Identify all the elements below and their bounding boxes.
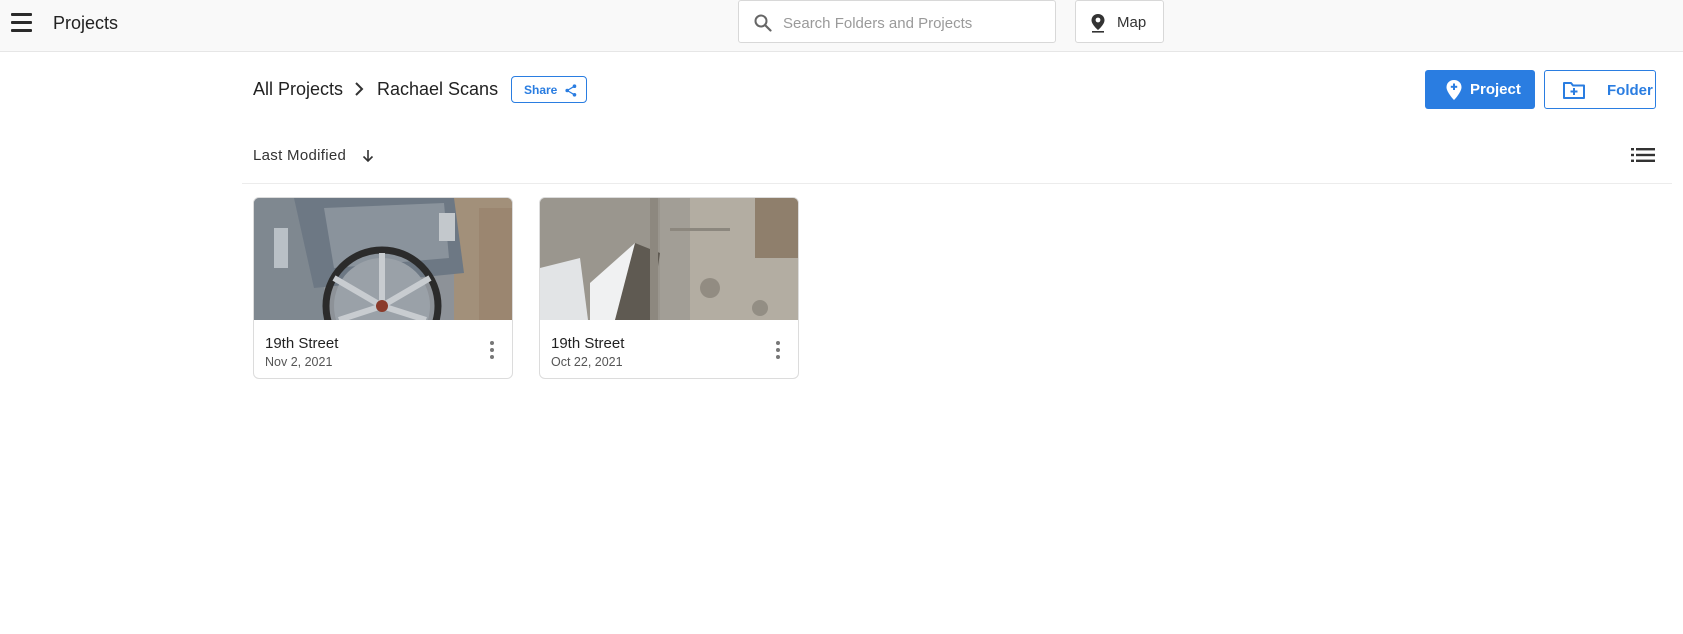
divider — [242, 183, 1672, 184]
app-title: Projects — [53, 13, 119, 33]
project-date: Oct 22, 2021 — [551, 355, 623, 369]
menu-icon[interactable] — [11, 13, 32, 33]
new-project-label: Project — [1470, 81, 1521, 98]
project-thumbnail — [254, 198, 512, 320]
arrow-down-icon — [362, 150, 374, 163]
more-options-icon[interactable] — [484, 341, 500, 363]
project-card[interactable]: 19th Street Nov 2, 2021 — [253, 197, 513, 379]
breadcrumb-current-folder: Rachael Scans — [377, 79, 499, 99]
project-card[interactable]: 19th Street Oct 22, 2021 — [539, 197, 799, 379]
project-name: 19th Street — [551, 335, 625, 352]
project-name: 19th Street — [265, 335, 339, 352]
search-icon — [754, 14, 772, 32]
sort-label: Last Modified — [253, 147, 347, 164]
new-folder-button[interactable]: Folder — [1544, 70, 1656, 109]
top-bar: Projects Map — [0, 0, 1683, 52]
add-location-icon — [1446, 80, 1462, 100]
share-button-label: Share — [524, 83, 558, 97]
map-button-label: Map — [1117, 14, 1147, 31]
sort-control[interactable]: Last Modified — [253, 147, 374, 164]
search-box[interactable] — [738, 0, 1056, 43]
more-options-icon[interactable] — [770, 341, 786, 363]
map-button[interactable]: Map — [1075, 0, 1164, 43]
list-view-icon[interactable] — [1631, 147, 1655, 163]
new-folder-label: Folder — [1607, 82, 1653, 99]
project-thumbnail — [540, 198, 798, 320]
add-folder-icon — [1563, 82, 1585, 99]
chevron-right-icon — [355, 82, 364, 96]
map-pin-icon — [1091, 14, 1105, 33]
search-input[interactable] — [781, 10, 1045, 36]
share-icon — [565, 84, 577, 97]
share-button[interactable]: Share — [511, 76, 587, 103]
new-project-button[interactable]: Project — [1425, 70, 1535, 109]
project-date: Nov 2, 2021 — [265, 355, 333, 369]
breadcrumb-all-projects[interactable]: All Projects — [253, 79, 343, 100]
